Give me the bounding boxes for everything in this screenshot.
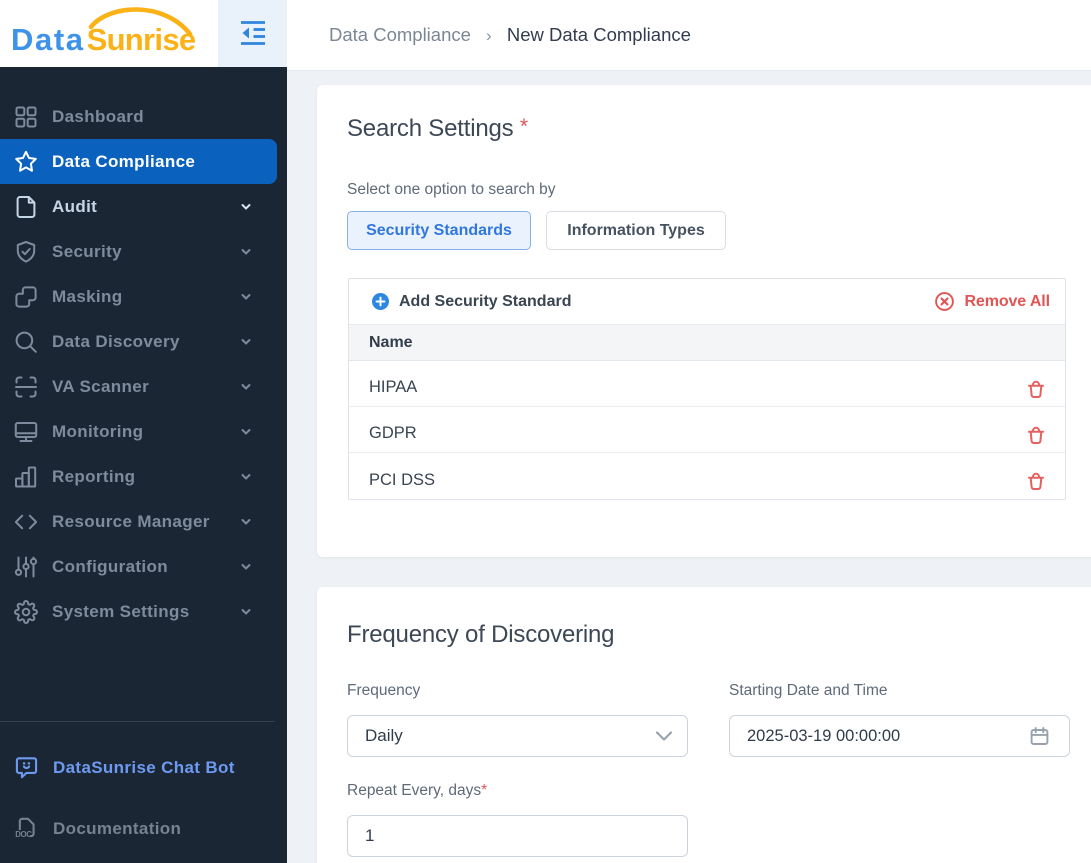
svg-text:DOC: DOC: [15, 829, 32, 838]
